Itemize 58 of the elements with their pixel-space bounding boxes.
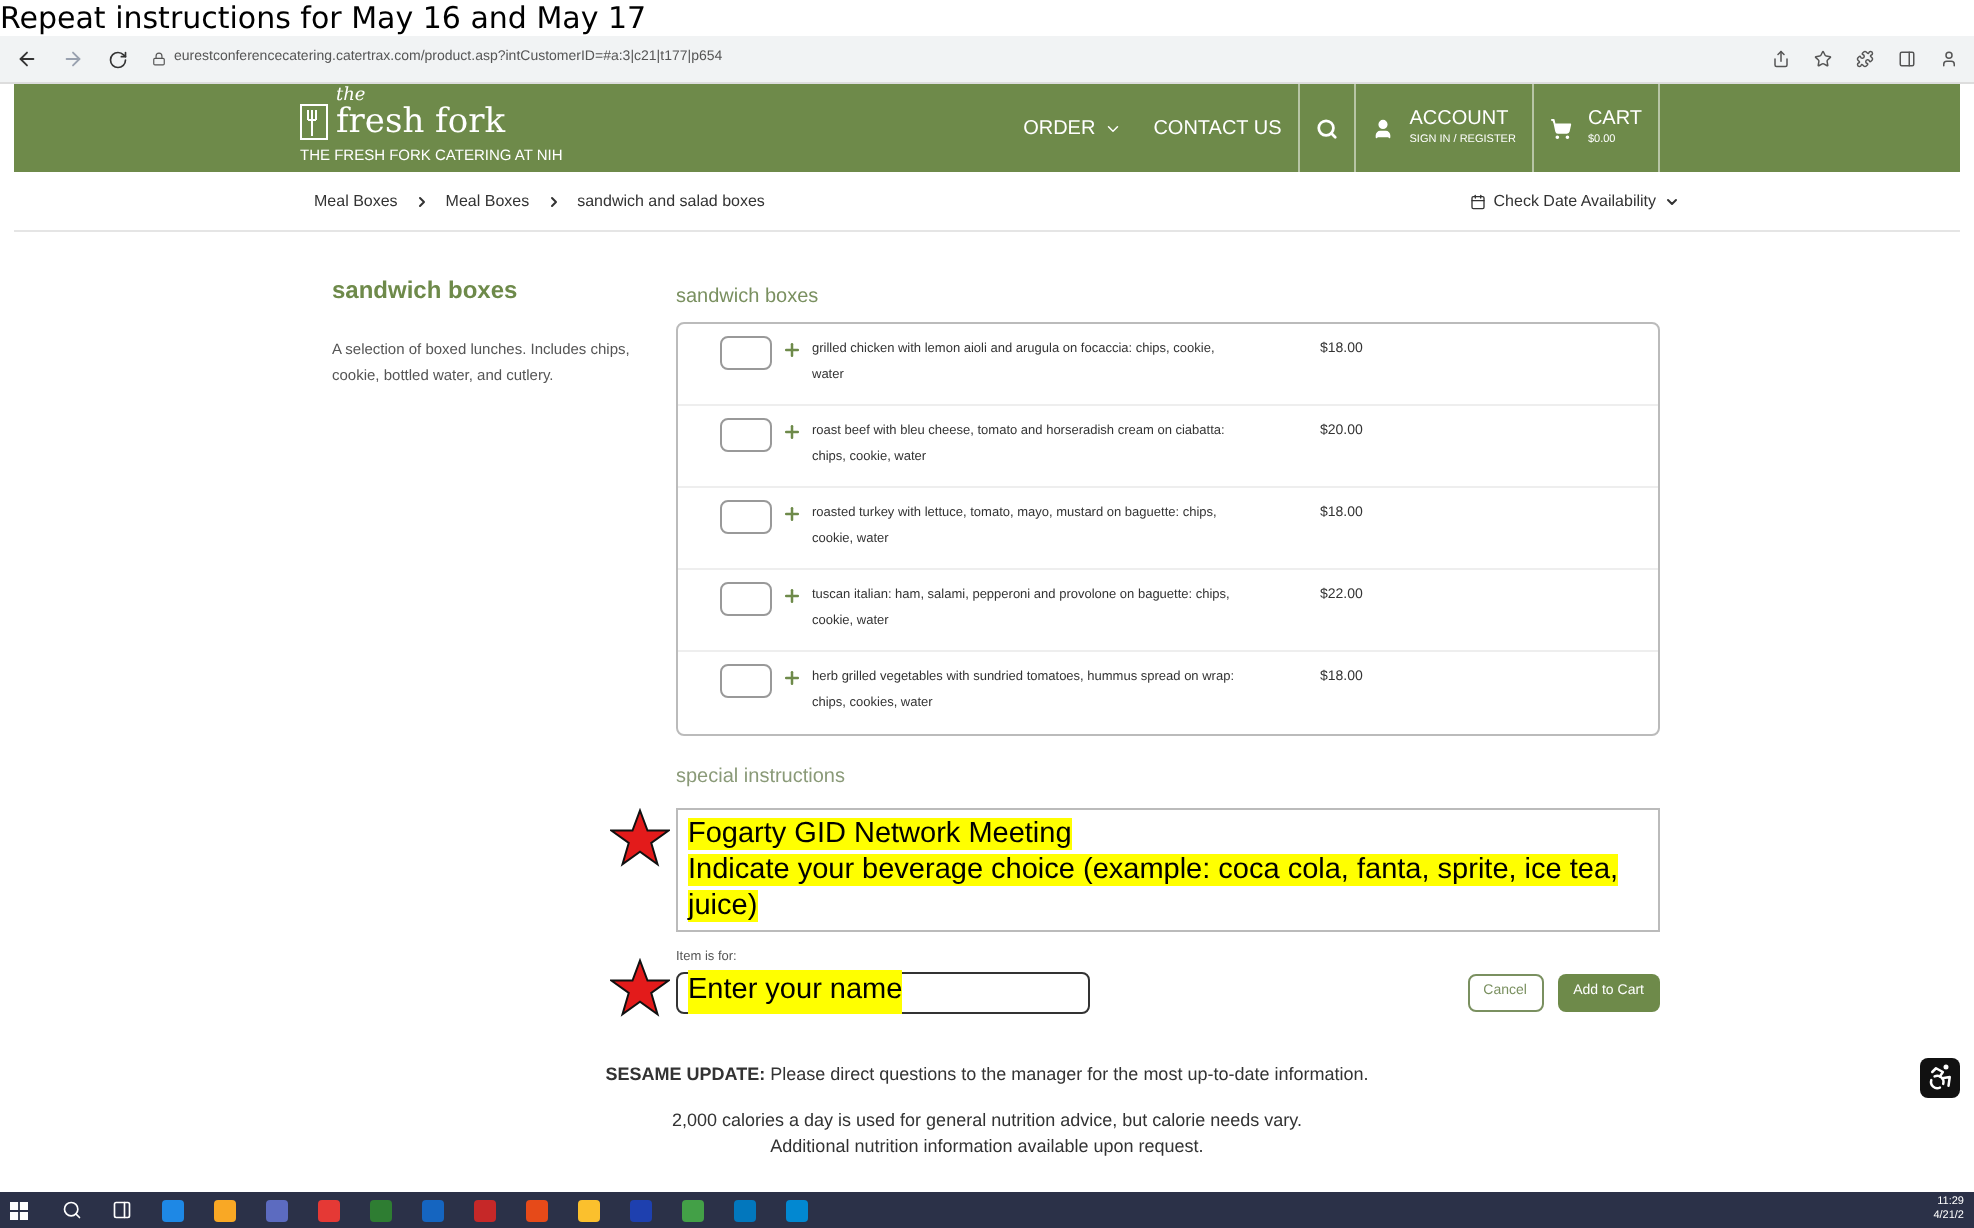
side-panel-icon[interactable]	[1898, 50, 1916, 68]
logo-text: fresh fork	[336, 106, 506, 141]
plus-icon[interactable]	[782, 668, 802, 688]
quantity-field[interactable]	[720, 664, 772, 698]
instructions-text: Indicate your beverage choice (example: coca cola, fanta, sprite, ice tea, juice)	[688, 852, 1621, 924]
app-icon[interactable]	[578, 1199, 600, 1221]
document-caption: Repeat instructions for May 16 and May 17	[0, 1, 647, 35]
quantity-field[interactable]	[720, 336, 772, 370]
name-field[interactable]: Enter your name	[676, 971, 1090, 1014]
category-title: sandwich boxes	[332, 274, 520, 308]
app-icon[interactable]	[786, 1199, 808, 1221]
date-availability-button[interactable]: Check Date Availability	[1469, 189, 1680, 213]
app-icon[interactable]	[682, 1199, 704, 1221]
share-icon[interactable]	[1772, 50, 1790, 68]
chevron-down-icon	[1664, 193, 1680, 209]
quantity-field[interactable]	[720, 582, 772, 616]
breadcrumb-link[interactable]: Meal Boxes	[445, 189, 530, 213]
nutrition-note: 2,000 calories a day is used for general nutrition advice, but calorie needs vary.	[671, 1108, 1302, 1135]
instructions-text: Fogarty GID Network Meeting	[688, 816, 1074, 852]
contact-link[interactable]: CONTACT US	[1137, 84, 1300, 172]
app-icon[interactable]	[162, 1199, 184, 1221]
logo-small-text: the	[336, 88, 366, 107]
search-icon[interactable]	[62, 1200, 82, 1220]
user-icon	[1371, 117, 1394, 139]
back-icon[interactable]	[16, 48, 38, 70]
instructions-field[interactable]: Fogarty GID Network Meeting Indicate your beverage choice (example: coca cola, fanta, sprite, ice tea, juice)	[676, 808, 1660, 932]
profile-icon[interactable]	[1940, 50, 1958, 68]
cart-icon	[1549, 117, 1572, 139]
sesame-notice: SESAME UPDATE: Please direct questions to the manager for the most up-to-date information.	[605, 1061, 1369, 1088]
quantity-field[interactable]	[720, 418, 772, 452]
fork-logo-icon	[300, 104, 328, 141]
app-icon[interactable]	[526, 1199, 548, 1221]
plus-icon[interactable]	[782, 504, 802, 524]
reload-icon[interactable]	[108, 49, 128, 69]
search-icon	[1315, 117, 1338, 139]
products-title: sandwich boxes	[676, 284, 821, 312]
bookmark-icon[interactable]	[1814, 50, 1832, 68]
special-instructions-label: special instructions	[676, 764, 847, 792]
plus-icon[interactable]	[782, 340, 802, 360]
breadcrumb-link[interactable]: sandwich and salad boxes	[577, 189, 765, 213]
star-icon	[610, 957, 670, 1018]
quantity-field[interactable]	[720, 500, 772, 534]
extensions-icon[interactable]	[1856, 50, 1874, 68]
star-icon	[610, 808, 670, 868]
nutrition-note: Additional nutrition information available upon request.	[770, 1134, 1204, 1161]
accessibility-icon	[1925, 1062, 1955, 1093]
plus-icon[interactable]	[782, 586, 802, 606]
windows-icon[interactable]	[10, 1201, 28, 1219]
chevron-icon	[413, 193, 430, 209]
accessibility-button[interactable]	[1920, 1057, 1960, 1098]
task-view-icon[interactable]	[112, 1200, 132, 1220]
forward-icon[interactable]	[62, 48, 84, 70]
breadcrumb-link[interactable]: Meal Boxes	[314, 189, 398, 213]
app-icon[interactable]	[214, 1199, 236, 1221]
calendar-icon	[1469, 193, 1486, 209]
chevron-icon	[545, 193, 562, 209]
order-menu[interactable]: ORDER	[1007, 84, 1138, 172]
plus-icon[interactable]	[782, 422, 802, 442]
